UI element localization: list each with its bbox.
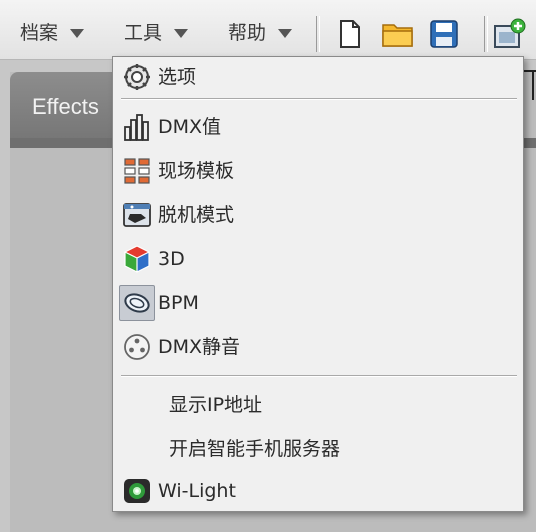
menu-item-bpm[interactable]: BPM — [113, 283, 523, 323]
dmx-mute-icon — [124, 334, 150, 360]
toolbar-divider — [484, 16, 488, 52]
menu-item-dmx-values[interactable]: DMX值 — [113, 107, 523, 147]
menu-item-label: 开启智能手机服务器 — [169, 438, 341, 460]
menu-file-label: 档案 — [20, 22, 59, 44]
menu-item-label: 显示IP地址 — [169, 394, 263, 416]
menu-item-label: DMX静音 — [158, 336, 241, 358]
menu-help[interactable]: 帮助 — [228, 20, 293, 46]
menu-item-label: Wi-Light — [158, 480, 236, 502]
menu-item-label: 脱机模式 — [158, 204, 235, 226]
menu-item-live-template[interactable]: 现场模板 — [113, 151, 523, 191]
menu-item-label: 现场模板 — [158, 160, 235, 182]
menu-item-wi-light[interactable]: Wi-Light — [113, 471, 523, 511]
menu-item-3d[interactable]: 3D — [113, 239, 523, 279]
menu-bar: 档案 工具 帮助 — [0, 0, 536, 60]
save-button[interactable] — [428, 18, 460, 50]
offline-icon — [123, 203, 151, 227]
menu-separator — [121, 98, 517, 100]
menu-item-label: BPM — [158, 292, 199, 314]
chevron-down-icon — [278, 29, 293, 38]
menu-item-label: 选项 — [158, 66, 197, 88]
gear-icon — [124, 64, 150, 90]
open-folder-button[interactable] — [381, 18, 413, 50]
bpm-disc-icon — [124, 293, 150, 313]
new-file-icon — [340, 20, 360, 48]
grid-template-icon — [124, 158, 150, 184]
open-folder-icon — [382, 24, 413, 47]
menu-item-label: DMX值 — [158, 116, 222, 138]
menu-tools[interactable]: 工具 — [124, 20, 189, 46]
wi-light-icon — [124, 479, 150, 503]
add-window-icon — [494, 18, 526, 48]
new-file-button[interactable] — [333, 18, 365, 50]
chevron-down-icon — [70, 29, 85, 38]
menu-item-show-ip[interactable]: 显示IP地址 — [113, 385, 523, 425]
divider-line — [532, 70, 534, 100]
add-window-button[interactable] — [493, 18, 526, 50]
menu-item-smartphone-server[interactable]: 开启智能手机服务器 — [113, 429, 523, 469]
menu-tools-label: 工具 — [124, 22, 163, 44]
menu-item-label: 3D — [158, 248, 185, 270]
bar-chart-icon — [124, 114, 149, 141]
cube-3d-icon — [123, 245, 151, 273]
menu-help-label: 帮助 — [228, 22, 267, 44]
save-icon — [430, 20, 458, 48]
menu-separator — [121, 375, 517, 377]
tab-effects-label: Effects — [32, 94, 99, 119]
tools-dropdown-menu: 选项 DMX值 现场模板 脱机模式 3D BPM DMX静音 显示IP地址 开启… — [112, 56, 524, 512]
menu-file[interactable]: 档案 — [20, 20, 85, 46]
chevron-down-icon — [174, 29, 189, 38]
menu-item-offline-mode[interactable]: 脱机模式 — [113, 195, 523, 235]
toolbar-divider — [316, 16, 320, 52]
menu-item-options[interactable]: 选项 — [113, 57, 523, 97]
menu-item-dmx-mute[interactable]: DMX静音 — [113, 327, 523, 367]
